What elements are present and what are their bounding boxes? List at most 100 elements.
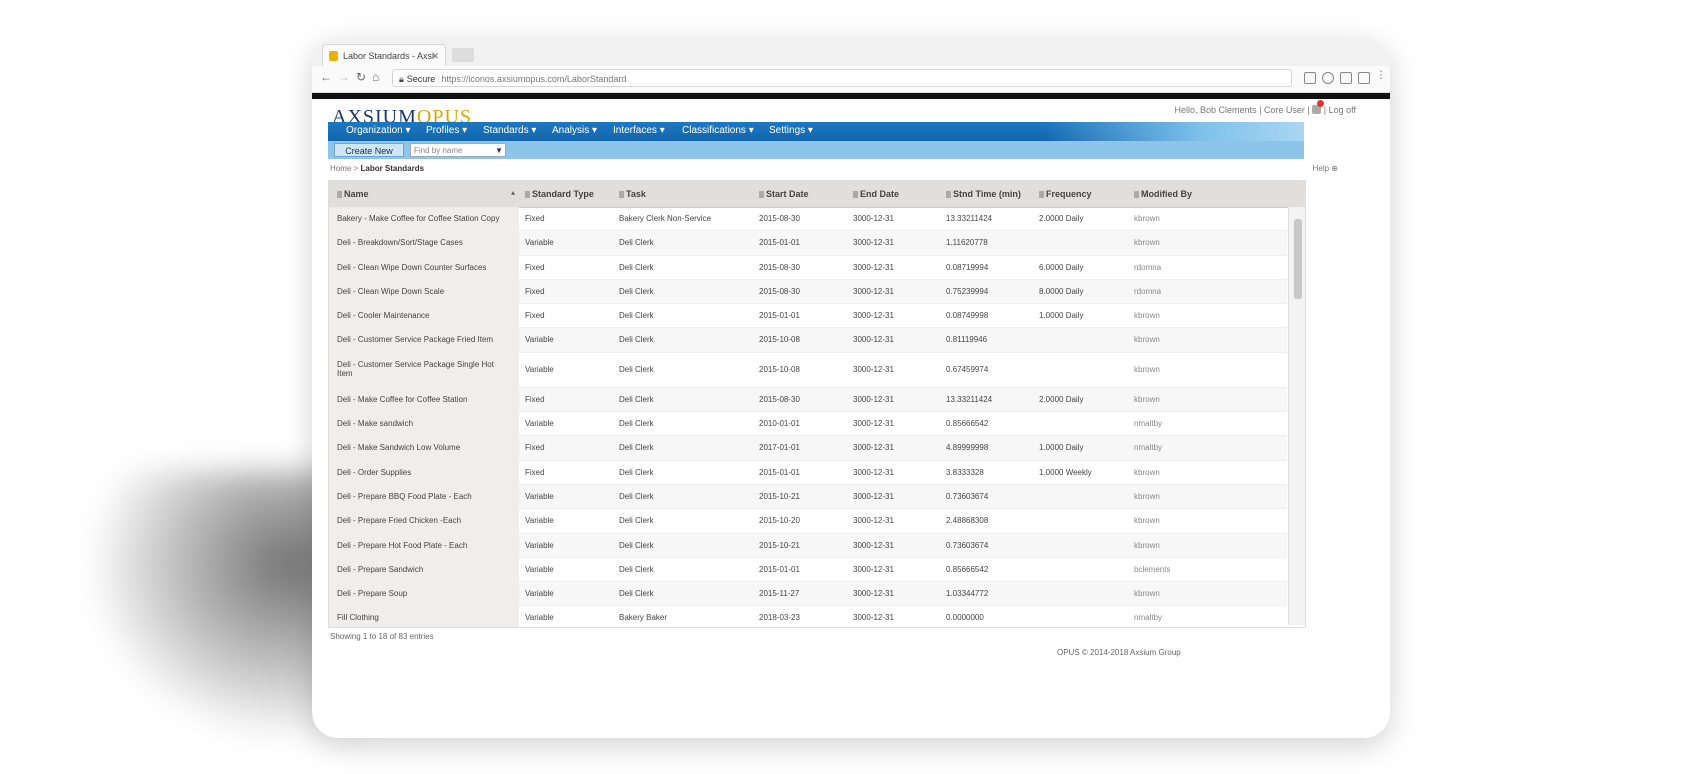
table-row[interactable]: Deli - Make Coffee for Coffee Station Fix… bbox=[329, 387, 1287, 413]
cell-name[interactable]: Deli - Prepare Soup bbox=[329, 582, 519, 606]
back-icon[interactable]: ← bbox=[320, 70, 332, 84]
reload-icon[interactable]: ↻ bbox=[356, 70, 366, 84]
logout-link[interactable]: Log off bbox=[1329, 105, 1356, 115]
star-icon[interactable] bbox=[1322, 72, 1334, 84]
tab-strip: Labor Standards - Axsi ✕ bbox=[312, 38, 1390, 66]
find-by-name-select[interactable]: Find by name ▼ bbox=[410, 143, 506, 157]
cell-modified-by: kbrown bbox=[1134, 467, 1160, 477]
table-row[interactable]: Deli - Clean Wipe Down Counter Surfaces F… bbox=[329, 255, 1287, 280]
table-row[interactable]: Deli - Customer Service Package Fried It… bbox=[329, 328, 1287, 353]
table-row[interactable]: Deli - Prepare Soup Variable Deli Clerk 201… bbox=[329, 582, 1287, 607]
address-bar[interactable]: 🔒︎ Secure https://iconos.axsiumopus.com/La… bbox=[392, 69, 1292, 87]
sort-icon[interactable]: ▴ bbox=[511, 188, 515, 197]
cell-task: Deli Clerk bbox=[619, 589, 654, 599]
menu-interfaces[interactable]: Interfaces ▾ bbox=[613, 125, 665, 136]
cell-name[interactable]: Deli - Prepare Fried Chicken -Each bbox=[329, 509, 519, 533]
cell-name[interactable]: Deli - Order Supplies bbox=[329, 460, 519, 484]
table-row[interactable]: Deli - Customer Service Package Single H… bbox=[329, 352, 1287, 388]
cell-name[interactable]: Bakery - Make Coffee for Coffee Station … bbox=[329, 207, 519, 231]
create-new-button[interactable]: Create New bbox=[334, 143, 404, 157]
extension-icon[interactable] bbox=[1340, 72, 1352, 84]
cell-name[interactable]: Deli - Prepare BBQ Food Plate - Each bbox=[329, 484, 519, 509]
table-row[interactable]: Deli - Make Sandwich Low Volume Fixed Deli… bbox=[329, 436, 1287, 461]
cell-stnd-time: 2.48868308 bbox=[946, 516, 989, 526]
cell-task: Deli Clerk bbox=[619, 564, 654, 574]
table-row[interactable]: Bakery - Make Coffee for Coffee Station … bbox=[329, 207, 1287, 232]
col-start-date[interactable]: Start Date bbox=[759, 189, 809, 199]
cell-task: Bakery Clerk Non-Service bbox=[619, 214, 712, 223]
cell-end-date: 3000-12-31 bbox=[853, 364, 894, 374]
home-icon[interactable]: ⌂ bbox=[372, 70, 379, 84]
menu-profiles[interactable]: Profiles ▾ bbox=[426, 125, 467, 136]
col-frequency[interactable]: Frequency bbox=[1039, 189, 1092, 199]
cell-name[interactable]: Deli - Customer Service Package Single H… bbox=[329, 352, 519, 387]
cell-standard-type: Fixed bbox=[525, 214, 545, 223]
col-task[interactable]: Task bbox=[619, 189, 646, 199]
cell-modified-by: kbrown bbox=[1134, 540, 1160, 550]
close-tab-icon[interactable]: ✕ bbox=[431, 45, 439, 67]
cell-name[interactable]: Deli - Prepare Sandwich bbox=[329, 557, 519, 582]
cell-start-date: 2015-01-01 bbox=[759, 311, 800, 321]
table-row[interactable]: Deli - Breakdown/Sort/Stage Cases Variabl… bbox=[329, 231, 1287, 256]
help-link[interactable]: Help ⊕ bbox=[1313, 164, 1338, 173]
table-row[interactable]: Deli - Order Supplies Fixed Deli Clerk 2015… bbox=[329, 460, 1287, 485]
key-icon[interactable] bbox=[1304, 72, 1316, 84]
cell-name[interactable]: Deli - Make Sandwich Low Volume bbox=[329, 436, 519, 460]
cell-end-date: 3000-12-31 bbox=[853, 262, 894, 272]
cell-task: Deli Clerk bbox=[619, 516, 654, 526]
extension-icon[interactable] bbox=[1358, 72, 1370, 84]
cell-stnd-time: 0.08749998 bbox=[946, 311, 989, 321]
table-row[interactable]: Deli - Prepare Fried Chicken -Each Variab… bbox=[329, 509, 1287, 534]
copyright: OPUS © 2014-2018 Axsium Group bbox=[1057, 648, 1181, 657]
cell-task: Deli Clerk bbox=[619, 262, 654, 272]
menu-analysis[interactable]: Analysis ▾ bbox=[552, 125, 597, 136]
col-modified-by[interactable]: Modified By bbox=[1134, 189, 1192, 199]
browser-tab[interactable]: Labor Standards - Axsi ✕ bbox=[322, 44, 446, 66]
cell-end-date: 3000-12-31 bbox=[853, 419, 894, 429]
menu-standards[interactable]: Standards ▾ bbox=[483, 125, 536, 136]
breadcrumb: Home > Labor Standards bbox=[330, 164, 424, 173]
cell-task: Deli Clerk bbox=[619, 394, 654, 404]
col-end-date[interactable]: End Date bbox=[853, 189, 899, 199]
cell-start-date: 2015-10-21 bbox=[759, 491, 800, 501]
col-standard-type[interactable]: Standard Type bbox=[525, 189, 594, 199]
notification-icon[interactable] bbox=[1312, 100, 1325, 114]
menu-kebab-icon[interactable]: ⋮ bbox=[1376, 70, 1386, 81]
cell-end-date: 3000-12-31 bbox=[853, 540, 894, 550]
cell-name[interactable]: Deli - Make sandwich bbox=[329, 412, 519, 436]
cell-modified-by: rdomna bbox=[1134, 262, 1162, 272]
table-row[interactable]: Deli - Make sandwich Variable Deli Clerk 20… bbox=[329, 412, 1287, 437]
col-name[interactable]: Name bbox=[337, 189, 369, 199]
cell-stnd-time: 0.85666542 bbox=[946, 419, 989, 429]
cell-name[interactable]: Fill Clothing bbox=[329, 606, 519, 627]
scrollbar[interactable] bbox=[1288, 207, 1305, 625]
cell-end-date: 3000-12-31 bbox=[853, 564, 894, 574]
cell-name[interactable]: Deli - Breakdown/Sort/Stage Cases bbox=[329, 231, 519, 255]
dropdown-arrow-icon: ▼ bbox=[495, 146, 503, 155]
cell-start-date: 2015-10-08 bbox=[759, 364, 800, 374]
cell-stnd-time: 13.33211424 bbox=[946, 214, 993, 223]
breadcrumb-home[interactable]: Home bbox=[330, 164, 351, 173]
table-row[interactable]: Deli - Prepare Sandwich Variable Deli Cler… bbox=[329, 557, 1287, 583]
table-row[interactable]: Deli - Prepare Hot Food Plate - Each Vari… bbox=[329, 533, 1287, 558]
cell-name[interactable]: Deli - Customer Service Package Fried It… bbox=[329, 328, 519, 352]
menu-organization[interactable]: Organization ▾ bbox=[346, 125, 411, 136]
cell-name[interactable]: Deli - Cooler Maintenance bbox=[329, 304, 519, 328]
help-icon: ⊕ bbox=[1331, 164, 1338, 173]
table-row[interactable]: Fill Clothing Variable Bakery Baker 2018-03… bbox=[329, 606, 1287, 627]
col-stnd-time[interactable]: Stnd Time (min) bbox=[946, 189, 1021, 199]
cell-start-date: 2015-10-21 bbox=[759, 540, 800, 550]
menu-classifications[interactable]: Classifications ▾ bbox=[682, 125, 754, 136]
cell-modified-by: kbrown bbox=[1134, 214, 1160, 223]
table-row[interactable]: Deli - Prepare BBQ Food Plate - Each Vari… bbox=[329, 484, 1287, 510]
table-row[interactable]: Deli - Cooler Maintenance Fixed Deli Clerk… bbox=[329, 304, 1287, 329]
table-row[interactable]: Deli - Clean Wipe Down Scale Fixed Deli Cl… bbox=[329, 279, 1287, 305]
new-tab-button[interactable] bbox=[452, 48, 474, 62]
forward-icon[interactable]: → bbox=[338, 70, 350, 84]
cell-name[interactable]: Deli - Prepare Hot Food Plate - Each bbox=[329, 533, 519, 557]
cell-name[interactable]: Deli - Make Coffee for Coffee Station bbox=[329, 387, 519, 412]
menu-settings[interactable]: Settings ▾ bbox=[769, 125, 813, 136]
cell-name[interactable]: Deli - Clean Wipe Down Counter Surfaces bbox=[329, 255, 519, 279]
scrollbar-thumb[interactable] bbox=[1294, 219, 1302, 299]
cell-name[interactable]: Deli - Clean Wipe Down Scale bbox=[329, 279, 519, 304]
